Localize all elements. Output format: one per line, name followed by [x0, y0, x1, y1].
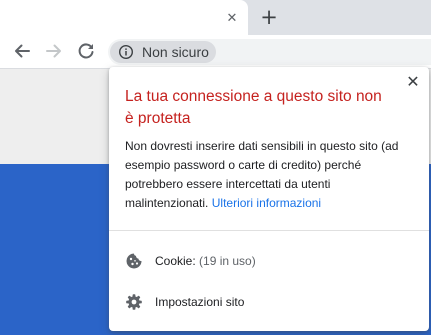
popup-description: Non dovresti inserire dati sensibili in …	[125, 137, 415, 213]
new-tab-button[interactable]: +	[258, 6, 280, 28]
site-settings-row[interactable]: Impostazioni sito	[109, 284, 429, 320]
gear-icon	[125, 293, 143, 311]
divider	[109, 230, 429, 231]
cookies-title: Cookie:	[155, 254, 196, 268]
omnibox[interactable]: Non sicuro	[108, 39, 431, 65]
toolbar: Non sicuro	[0, 35, 431, 69]
learn-more-link[interactable]: Ulteriori informazioni	[212, 196, 321, 210]
tab-strip: ✕ +	[0, 0, 431, 35]
active-tab[interactable]: ✕	[0, 0, 248, 35]
arrow-left-icon[interactable]	[10, 39, 34, 63]
popup-title: La tua connessione a questo sito non è p…	[125, 88, 382, 127]
security-chip-label: Non sicuro	[142, 44, 209, 60]
info-icon	[118, 44, 134, 60]
cookies-count: (19 in uso)	[199, 254, 256, 268]
site-settings-label: Impostazioni sito	[155, 295, 245, 309]
close-icon[interactable]: ✕	[403, 73, 423, 93]
cookies-row[interactable]: Cookie: (19 in uso)	[109, 243, 429, 279]
site-info-popup: ✕ La tua connessione a questo sito non è…	[109, 67, 429, 331]
arrow-right-icon[interactable]	[42, 39, 66, 63]
security-chip[interactable]: Non sicuro	[110, 41, 216, 63]
cookie-icon	[125, 252, 143, 270]
cookies-label: Cookie: (19 in uso)	[155, 253, 256, 269]
close-tab-icon[interactable]: ✕	[222, 8, 242, 28]
reload-icon[interactable]	[74, 39, 98, 63]
